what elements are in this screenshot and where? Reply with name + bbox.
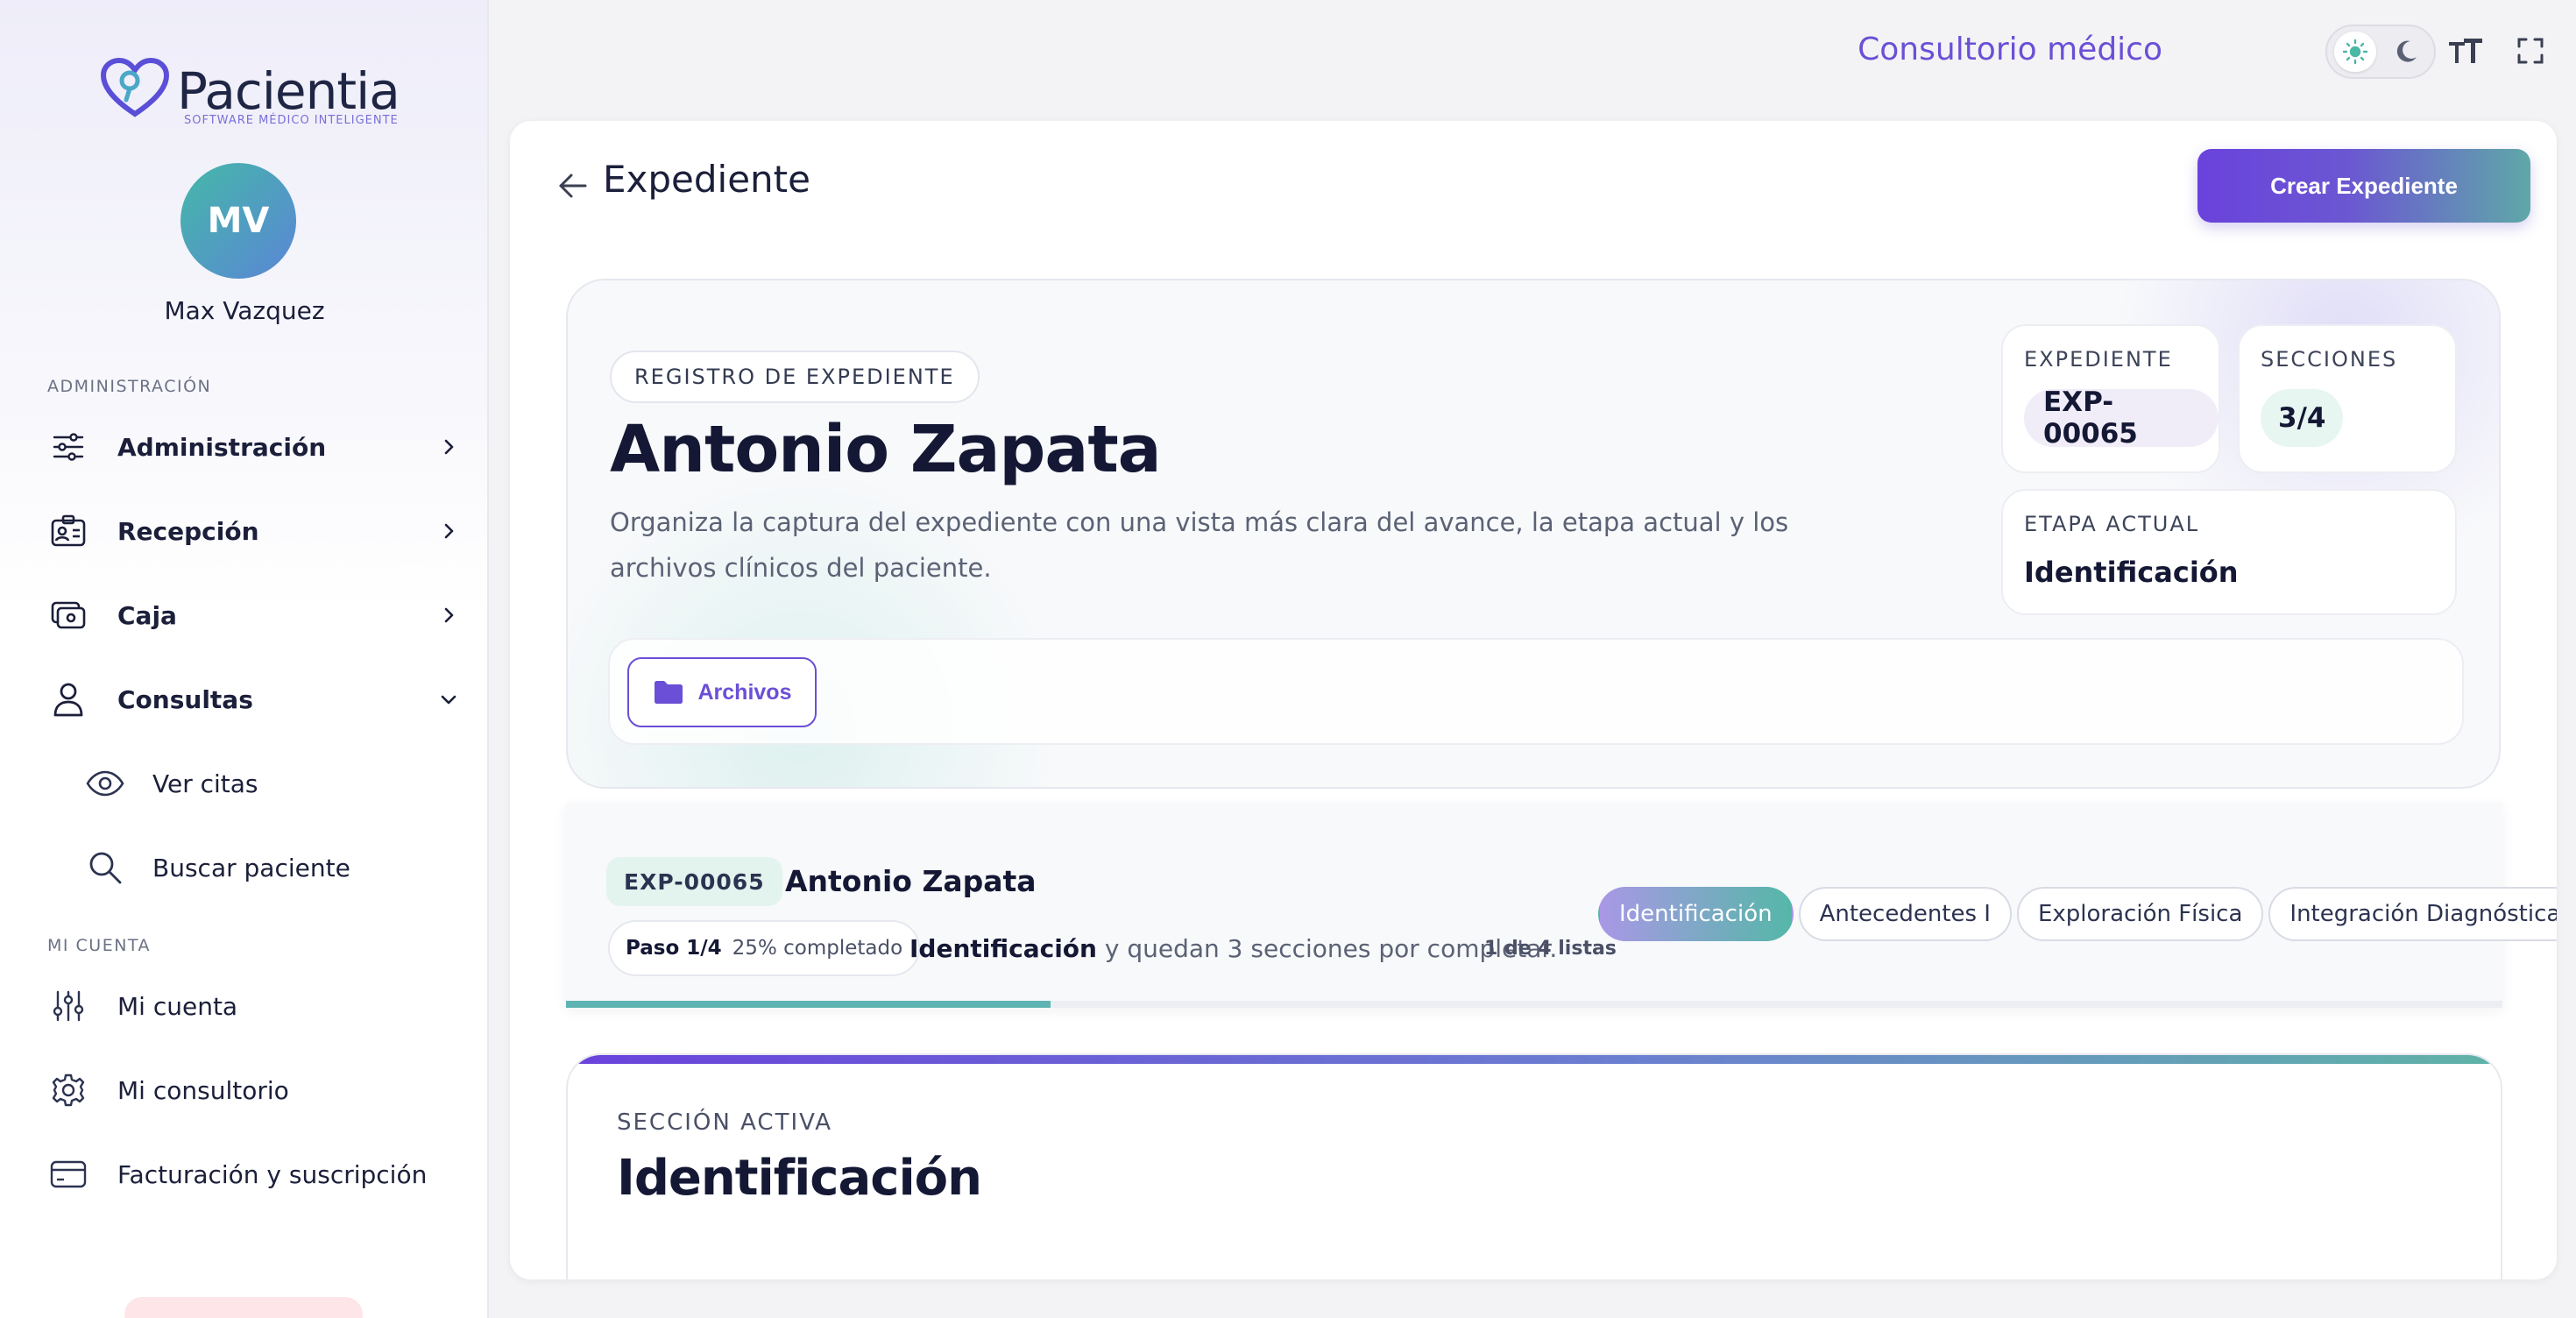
archivos-label: Archivos [697,679,792,705]
main-panel: Expediente Crear Expediente REGISTRO DE … [510,121,2557,1279]
sidebar-item-mi-consultorio[interactable]: Mi consultorio [47,1064,459,1116]
page-title: Expediente [603,158,810,201]
sidebar-item-label: Consultas [117,684,253,714]
tab-exploracion-fisica[interactable]: Exploración Física [2016,887,2264,941]
cash-register-icon [47,594,89,636]
section-label-administracion: ADMINISTRACIÓN [47,377,212,396]
sidebar-item-label: Facturación y suscripción [117,1159,428,1189]
heart-logo-icon [100,58,170,117]
archivos-button[interactable]: Archivos [627,657,817,727]
search-icon [84,847,126,889]
progress-patient-name: Antonio Zapata [785,864,1037,898]
completed-label: 25% completado [732,937,903,960]
sidebar-subitem-buscar-paciente[interactable]: Buscar paciente [84,841,452,894]
stat-value: 3/4 [2261,389,2344,447]
avatar[interactable]: MV [180,163,296,279]
sun-icon[interactable] [2334,32,2376,72]
stat-secciones: SECCIONES 3/4 [2238,324,2457,473]
chevron-right-icon [444,439,454,455]
active-section-card: SECCIÓN ACTIVA Identificación [566,1053,2502,1279]
moon-icon[interactable] [2385,32,2427,72]
stat-expediente: EXPEDIENTE EXP-00065 [2001,324,2220,473]
stat-etapa-actual: ETAPA ACTUAL Identificación [2001,489,2457,615]
stat-label: ETAPA ACTUAL [2024,512,2200,536]
eye-icon [84,762,126,804]
sidebar-subitem-ver-citas[interactable]: Ver citas [84,757,452,810]
sidebar-item-administracion[interactable]: Administración [47,421,459,473]
step-chip: Paso 1/4 25% completado [608,920,921,976]
theme-toggle[interactable] [2325,25,2436,79]
sidebar-item-label: Mi cuenta [117,991,238,1021]
stat-value: EXP-00065 [2024,386,2219,450]
sidebar-item-consultas[interactable]: Consultas [47,673,459,726]
brand-name: Pacientia [177,61,400,121]
active-section-title: Identificación [617,1150,982,1207]
fullscreen-icon[interactable] [2511,32,2550,70]
user-icon [47,678,89,720]
active-section-label: SECCIÓN ACTIVA [617,1109,833,1136]
current-section: Identificación [909,934,1097,963]
sidebar-subitem-label: Buscar paciente [152,853,350,882]
sidebar-item-label: Caja [117,600,177,630]
chevron-down-icon [441,695,456,705]
stat-label: EXPEDIENTE [2024,347,2173,372]
progress-card: EXP-00065 Antonio Zapata Paso 1/4 25% co… [566,803,2557,1008]
list-count: 1 de 4 listas [1484,938,1617,960]
stat-label: SECCIONES [2261,347,2398,372]
step-summary: Identificación y quedan 3 secciones por … [909,934,1557,963]
credit-card-icon [47,1153,89,1195]
chevron-right-icon [444,607,454,623]
files-bar: Archivos [608,638,2464,745]
sidebar-item-label: Mi consultorio [117,1075,289,1105]
create-expediente-button[interactable]: Crear Expediente [2197,149,2530,223]
patient-name: Antonio Zapata [610,412,1162,487]
brand-tagline: SOFTWARE MÉDICO INTELIGENTE [184,114,399,127]
user-name: Max Vazquez [164,296,325,325]
sidebar-item-label: Recepción [117,516,259,546]
active-section-accent [568,1055,2501,1064]
id-card-icon [47,510,89,552]
sliders-icon [47,426,89,468]
progress-fill [566,1001,1051,1008]
sidebar-bottom-button[interactable] [124,1297,363,1318]
sidebar-subitem-label: Ver citas [152,769,258,798]
chevron-right-icon [444,523,454,539]
stat-value: Identificación [2024,556,2239,589]
progress-bar [566,1001,2502,1008]
registro-chip: REGISTRO DE EXPEDIENTE [610,351,980,403]
step-label: Paso 1/4 [626,937,722,960]
tab-identificacion[interactable]: Identificación [1598,887,1794,941]
sidebar-item-facturacion[interactable]: Facturación y suscripción [47,1148,459,1201]
font-size-icon[interactable] [2446,32,2485,70]
section-tabs: Identificación Antecedentes I Exploració… [1598,887,2557,941]
settings-sliders-icon [47,985,89,1027]
folder-icon [654,681,683,704]
clinic-title: Consultorio médico [1858,32,2162,67]
sidebar: Pacientia SOFTWARE MÉDICO INTELIGENTE MV… [0,0,489,1318]
sidebar-item-caja[interactable]: Caja [47,589,459,641]
section-label-mi-cuenta: MI CUENTA [47,936,152,955]
sidebar-item-recepcion[interactable]: Recepción [47,505,459,557]
back-arrow-icon[interactable] [554,167,592,205]
sidebar-item-mi-cuenta[interactable]: Mi cuenta [47,980,459,1032]
exp-id-chip: EXP-00065 [606,857,782,906]
gear-icon [47,1069,89,1111]
tab-integracion-diagnostica[interactable]: Integración Diagnóstica [2268,887,2557,941]
brand-logo[interactable]: Pacientia SOFTWARE MÉDICO INTELIGENTE [100,56,400,135]
tab-antecedentes[interactable]: Antecedentes I [1798,887,2012,941]
sidebar-item-label: Administración [117,432,327,462]
expediente-hero: REGISTRO DE EXPEDIENTE Antonio Zapata Or… [566,279,2501,789]
hero-description: Organiza la captura del expediente con u… [610,507,1789,583]
